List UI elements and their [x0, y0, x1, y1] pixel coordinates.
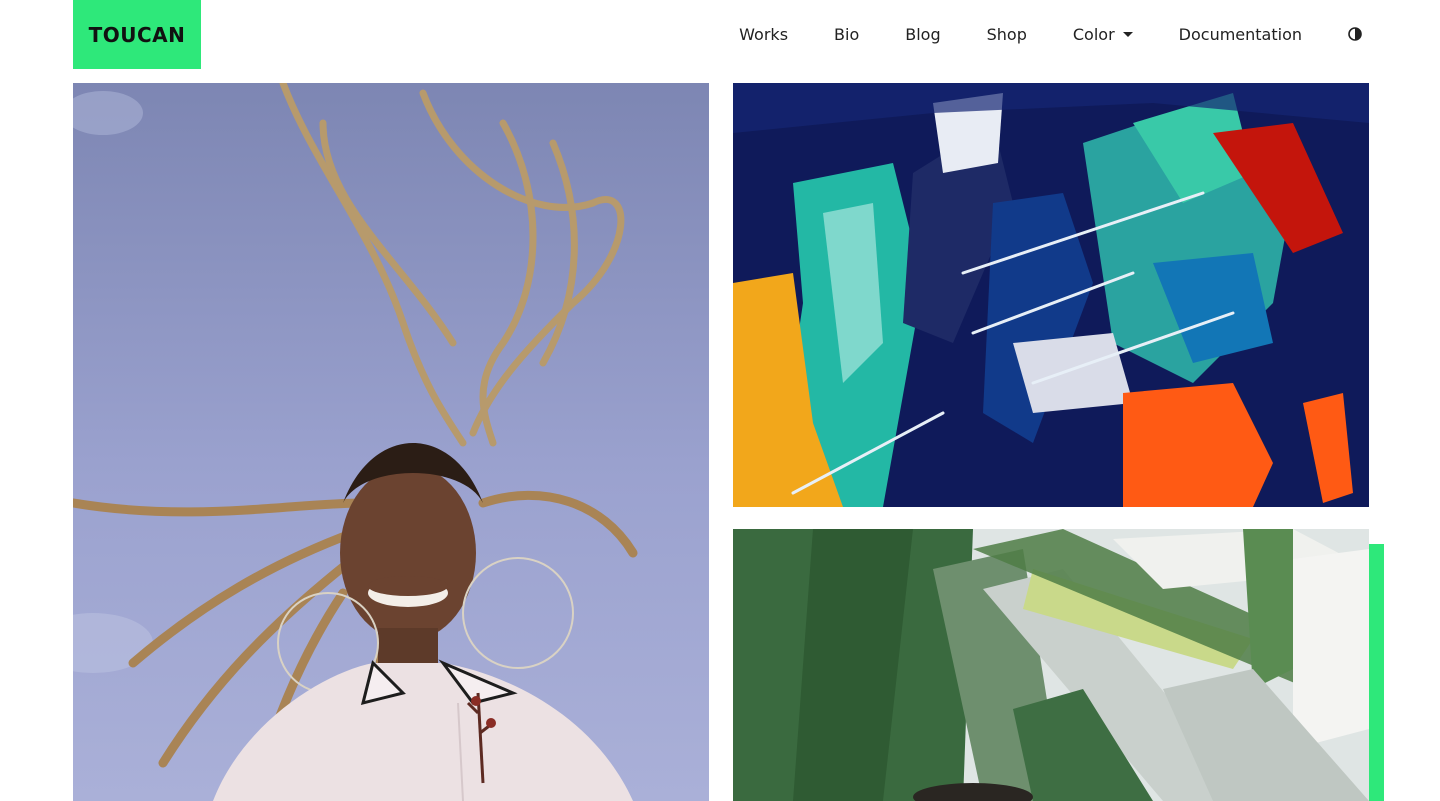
nav-bio-label: Bio: [834, 24, 860, 44]
nav-blog[interactable]: Blog: [905, 25, 940, 44]
theme-toggle-button[interactable]: [1348, 27, 1362, 41]
logo[interactable]: TOUCAN: [73, 0, 201, 69]
main-nav: Works Bio Blog Shop Color Documentation: [739, 22, 1362, 46]
nav-documentation[interactable]: Documentation: [1179, 25, 1302, 44]
gallery-item-abstract[interactable]: [733, 83, 1369, 507]
logo-text: TOUCAN: [88, 22, 186, 47]
nav-works[interactable]: Works: [739, 25, 788, 44]
nav-bio[interactable]: Bio: [834, 25, 859, 44]
nav-works-label: Works: [739, 24, 789, 44]
caret-down-icon: [1122, 31, 1133, 37]
page: TOUCAN Works Bio Blog Shop Color Documen…: [0, 0, 1440, 801]
nav-color-dropdown[interactable]: Color: [1073, 25, 1133, 44]
portrait-photo: [73, 83, 709, 801]
plant-painting: [733, 529, 1369, 801]
nav-documentation-label: Documentation: [1178, 24, 1302, 44]
accent-bar: [1369, 544, 1384, 801]
abstract-painting: [733, 83, 1369, 507]
contrast-icon: [1348, 27, 1362, 41]
gallery-item-plant[interactable]: [733, 529, 1369, 801]
nav-shop[interactable]: Shop: [987, 25, 1027, 44]
nav-shop-label: Shop: [986, 24, 1027, 44]
gallery-item-portrait[interactable]: [73, 83, 709, 801]
nav-blog-label: Blog: [905, 24, 941, 44]
nav-color-label: Color: [1072, 24, 1115, 44]
